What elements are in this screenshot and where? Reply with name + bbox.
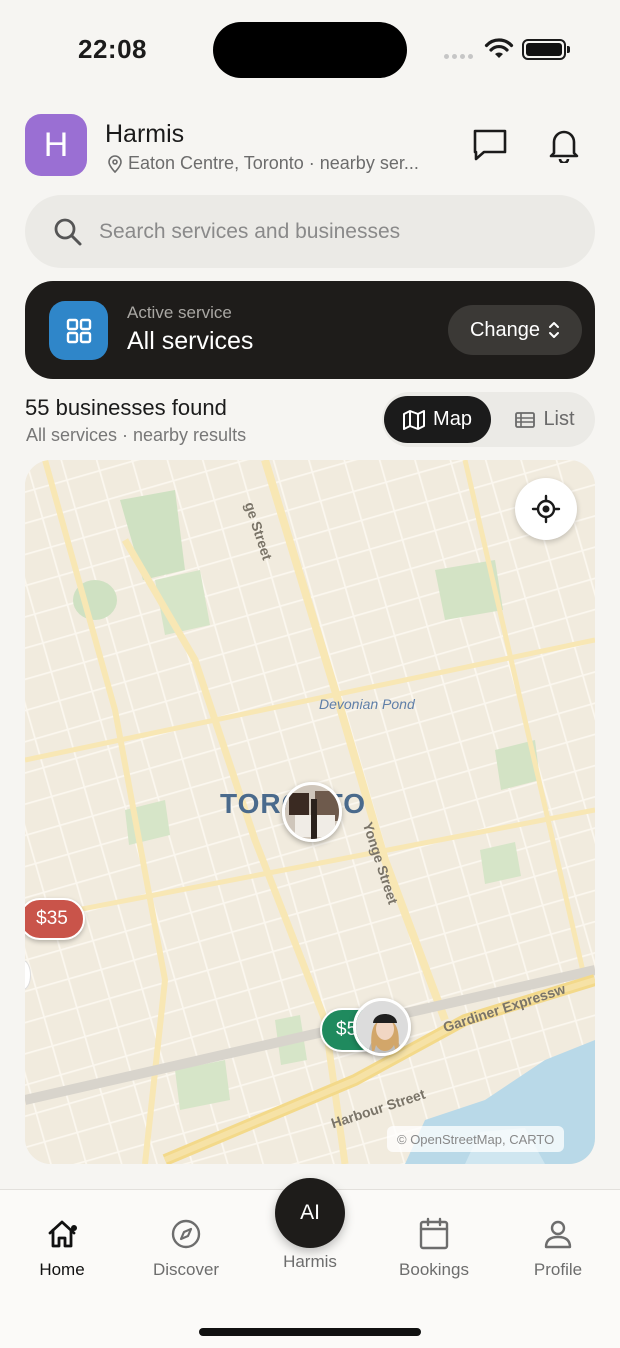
tab-profile[interactable]: Profile [508, 1216, 608, 1280]
location-pin-icon [108, 154, 122, 173]
locate-me-button[interactable] [515, 478, 577, 540]
crosshair-icon [531, 494, 561, 524]
active-service-value: All services [127, 327, 254, 355]
change-service-button[interactable]: Change [448, 305, 582, 355]
active-service-card[interactable]: Active service All services Change [25, 281, 595, 379]
bottom-tab-bar: Home Discover AI Harmis Bookings Profile [0, 1178, 620, 1348]
app-avatar[interactable]: H [25, 114, 87, 176]
compass-icon [171, 1219, 201, 1249]
home-icon [48, 1220, 76, 1248]
map-view[interactable]: ge Street Yonge Street Gardiner Expressw… [25, 460, 595, 1164]
tab-home[interactable]: Home [12, 1216, 112, 1280]
app-name: Harmis [105, 120, 185, 148]
view-toggle: Map List [382, 392, 595, 447]
map-view-button[interactable]: Map [384, 396, 491, 443]
location-line[interactable]: Eaton Centre, Toronto · nearby ser... [107, 153, 452, 174]
map-attribution[interactable]: © OpenStreetMap, CARTO [387, 1126, 565, 1152]
ai-assistant-button[interactable]: AI [275, 1178, 345, 1248]
chevron-up-down-icon [549, 322, 560, 338]
results-subtitle: All services · nearby results [26, 425, 247, 445]
chat-icon [473, 129, 507, 161]
pond-label: Devonian Pond [319, 696, 415, 712]
search-bar[interactable] [25, 195, 595, 268]
search-input[interactable] [99, 219, 539, 244]
active-tab-indicator [71, 1225, 77, 1231]
price-pin-red[interactable]: $35 [25, 898, 85, 940]
search-icon [54, 218, 82, 245]
business-photo-pin[interactable] [282, 782, 342, 842]
chat-button[interactable] [471, 126, 509, 164]
active-service-label: Active service [127, 303, 232, 322]
person-icon [544, 1220, 572, 1249]
list-view-button[interactable]: List [500, 396, 590, 443]
map-icon [403, 409, 426, 430]
home-indicator [199, 1328, 421, 1336]
cellular-signal-icon [444, 54, 473, 59]
tab-discover[interactable]: Discover [136, 1216, 236, 1280]
wifi-icon [484, 38, 514, 58]
ai-assistant-label: Harmis [283, 1252, 337, 1271]
battery-icon [522, 39, 570, 60]
stylist-photo-pin[interactable] [353, 998, 411, 1056]
dynamic-island [213, 22, 407, 78]
tab-bookings[interactable]: Bookings [384, 1216, 484, 1280]
status-time: 22:08 [78, 34, 147, 64]
change-label: Change [469, 318, 541, 341]
status-bar: 22:08 [0, 0, 620, 100]
calendar-icon [419, 1217, 449, 1250]
location-text: Eaton Centre, Toronto · nearby ser... [128, 153, 419, 173]
notifications-button[interactable] [545, 126, 583, 164]
bell-icon [549, 130, 579, 163]
list-icon [515, 411, 536, 428]
results-count: 55 businesses found [25, 395, 227, 420]
grid-icon [49, 301, 108, 360]
